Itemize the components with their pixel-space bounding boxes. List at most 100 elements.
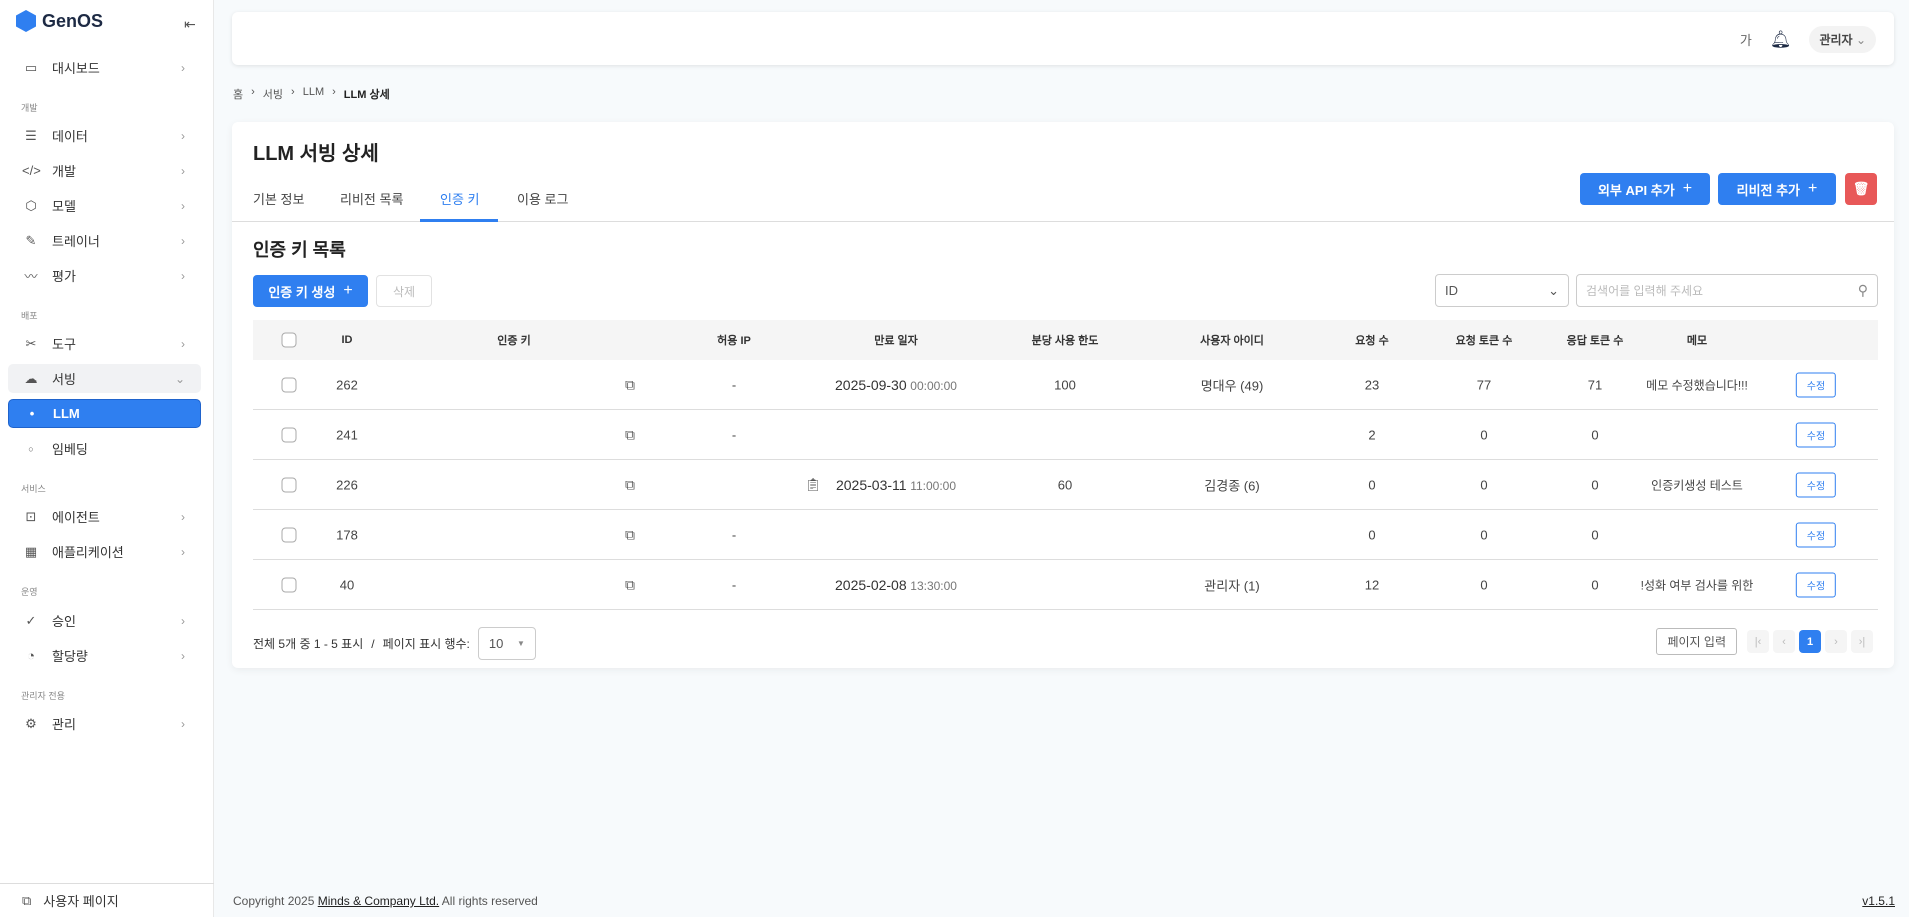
page-input-button[interactable]: 페이지 입력 [1656, 628, 1737, 655]
tab-revisions[interactable]: 리비전 목록 [340, 189, 403, 208]
plus-icon: + [1682, 180, 1693, 197]
sidebar-item-manage[interactable]: ⚙ 관리 › [8, 709, 201, 738]
sidebar-item-embedding[interactable]: ○ 임베딩 [8, 434, 201, 463]
table-row: 178 ⧉ - 0 0 0 수정 [253, 510, 1878, 560]
cell-req-tokens: 0 [1480, 577, 1488, 592]
company-link[interactable]: Minds & Company Ltd. [318, 894, 439, 908]
last-page-icon[interactable]: ›| [1851, 630, 1873, 653]
tab-usage-log[interactable]: 이용 로그 [517, 189, 568, 208]
sidebar-item-data[interactable]: ☰ 데이터 › [8, 121, 201, 150]
select-all-checkbox[interactable] [281, 332, 297, 348]
edit-button[interactable]: 수정 [1795, 372, 1837, 397]
sidebar-item-approval[interactable]: ✓ 승인 › [8, 606, 201, 635]
cell-user: 김경종 (6) [1204, 478, 1260, 493]
rows-per-page-select[interactable]: 10 ▼ [477, 627, 536, 660]
row-checkbox[interactable] [281, 477, 297, 492]
robot-icon: ⊡ [25, 508, 37, 524]
next-page-icon[interactable]: › [1825, 630, 1847, 653]
first-page-icon[interactable]: |‹ [1747, 630, 1769, 653]
cell-rate-limit: 60 [1057, 477, 1073, 492]
edit-button[interactable]: 수정 [1795, 522, 1837, 547]
edit-button[interactable]: 수정 [1795, 422, 1837, 447]
font-size-toggle[interactable]: 가 [1740, 30, 1752, 49]
dot-icon: • [29, 406, 35, 421]
chevron-right-icon: › [181, 509, 185, 524]
database-icon: ☰ [25, 127, 37, 143]
edit-button[interactable]: 수정 [1795, 572, 1837, 597]
cell-id: 40 [339, 577, 355, 592]
collapse-sidebar-icon[interactable]: ⇤ [184, 16, 196, 33]
user-page-link[interactable]: ⧉ 사용자 페이지 [0, 883, 214, 917]
user-menu[interactable]: 관리자 ⌄ [1809, 26, 1876, 53]
search-field-select[interactable]: ID ⌄ [1435, 274, 1569, 307]
copy-icon[interactable]: ⧉ [625, 426, 635, 443]
sidebar-item-develop[interactable]: </> 개발 › [8, 156, 201, 185]
edit-button[interactable]: 수정 [1795, 472, 1837, 497]
create-key-button[interactable]: 인증 키 생성 + [253, 275, 368, 307]
sidebar-item-trainer[interactable]: ✎ 트레이너 › [8, 226, 201, 255]
cell-res-tokens: 0 [1591, 577, 1599, 592]
copy-icon[interactable]: ⧉ [625, 376, 635, 393]
sidebar-item-quota[interactable]: ◔ 할당량 › [8, 641, 201, 670]
cell-req-tokens: 77 [1476, 377, 1492, 392]
page-1-button[interactable]: 1 [1799, 630, 1821, 653]
copy-icon[interactable]: ⧉ [625, 526, 635, 543]
copy-icon[interactable]: ⧉ [625, 476, 635, 493]
group-label: 개발 [21, 103, 38, 113]
crumb-serving[interactable]: 서빙 [263, 86, 283, 102]
cell-requests: 0 [1368, 527, 1376, 542]
sidebar-item-llm[interactable]: • LLM [8, 399, 201, 428]
group-label: 관리자 전용 [21, 691, 65, 701]
row-checkbox[interactable] [281, 577, 297, 592]
sidebar-item-tools[interactable]: ✂ 도구 › [8, 329, 201, 358]
app-name: GenOS [42, 10, 104, 31]
cell-rate-limit: 100 [1054, 377, 1076, 392]
col-expiry: 만료 일자 [874, 335, 918, 347]
row-checkbox[interactable] [281, 527, 297, 542]
logo[interactable]: GenOS [16, 10, 103, 32]
chevron-right-icon: › [181, 648, 185, 663]
col-ip: 허용 IP [717, 335, 751, 347]
expiry-date: 2025-02-08 [835, 576, 907, 593]
delete-serving-button[interactable]: 🗑︎ [1845, 173, 1877, 205]
sidebar-item-agent[interactable]: ⊡ 에이전트 › [8, 502, 201, 531]
prev-page-icon[interactable]: ‹ [1773, 630, 1795, 653]
search-icon[interactable]: ⚲ [1858, 282, 1868, 299]
crumb-llm[interactable]: LLM [303, 86, 324, 102]
sidebar-item-application[interactable]: ▦ 애플리케이션 › [8, 537, 201, 566]
plus-icon: + [1808, 180, 1818, 197]
col-id[interactable]: ID [342, 334, 353, 346]
tab-auth-keys[interactable]: 인증 키 [440, 189, 480, 208]
sidebar-item-eval[interactable]: 〰 평가 › [8, 261, 201, 290]
tab-basic-info[interactable]: 기본 정보 [253, 189, 304, 208]
copy-icon[interactable]: ⧉ [625, 576, 635, 593]
cell-req-tokens: 0 [1480, 527, 1488, 542]
sidebar-item-dashboard[interactable]: ▭ 대시보드 › [8, 53, 201, 82]
cell-id: 178 [336, 527, 358, 542]
sidebar-item-model[interactable]: ⬡ 모델 › [8, 191, 201, 220]
crumb-home[interactable]: 홈 [233, 86, 243, 102]
section-title: 인증 키 목록 [253, 240, 346, 260]
label: 승인 [52, 614, 76, 629]
expiry-date: 2025-09-30 [835, 376, 907, 393]
chevron-right-icon: › [181, 163, 185, 178]
add-revision-button[interactable]: 리비전 추가 + [1718, 173, 1836, 205]
label: 에이전트 [52, 510, 100, 525]
clipboard-search-icon[interactable]: 📋︎ [805, 477, 822, 493]
sidebar-item-serving[interactable]: ☁ 서빙 ⌄ [8, 364, 201, 393]
row-checkbox[interactable] [281, 377, 297, 392]
detail-card: LLM 서빙 상세 기본 정보 리비전 목록 인증 키 이용 로그 외부 API… [232, 122, 1894, 668]
delete-keys-button[interactable]: 삭제 [376, 275, 432, 307]
expiry-time: 11:00:00 [910, 478, 957, 493]
row-checkbox[interactable] [281, 427, 297, 442]
bell-icon[interactable]: 🔔︎ [1770, 30, 1792, 50]
table-row: 262 ⧉ - 2025-09-30 00:00:00 100 명대우 (49)… [253, 360, 1878, 410]
group-label: 서비스 [21, 484, 46, 494]
add-external-api-button[interactable]: 외부 API 추가 + [1580, 173, 1710, 205]
label: 서빙 [52, 372, 76, 387]
search-input[interactable] [1586, 283, 1836, 298]
chevron-down-icon: ⌄ [1548, 282, 1559, 298]
version[interactable]: v1.5.1 [1862, 894, 1895, 908]
label: 임베딩 [52, 442, 88, 457]
pagination-summary: 전체 5개 중 1 - 5 표시 / 페이지 표시 행수: 10 ▼ [253, 627, 536, 660]
